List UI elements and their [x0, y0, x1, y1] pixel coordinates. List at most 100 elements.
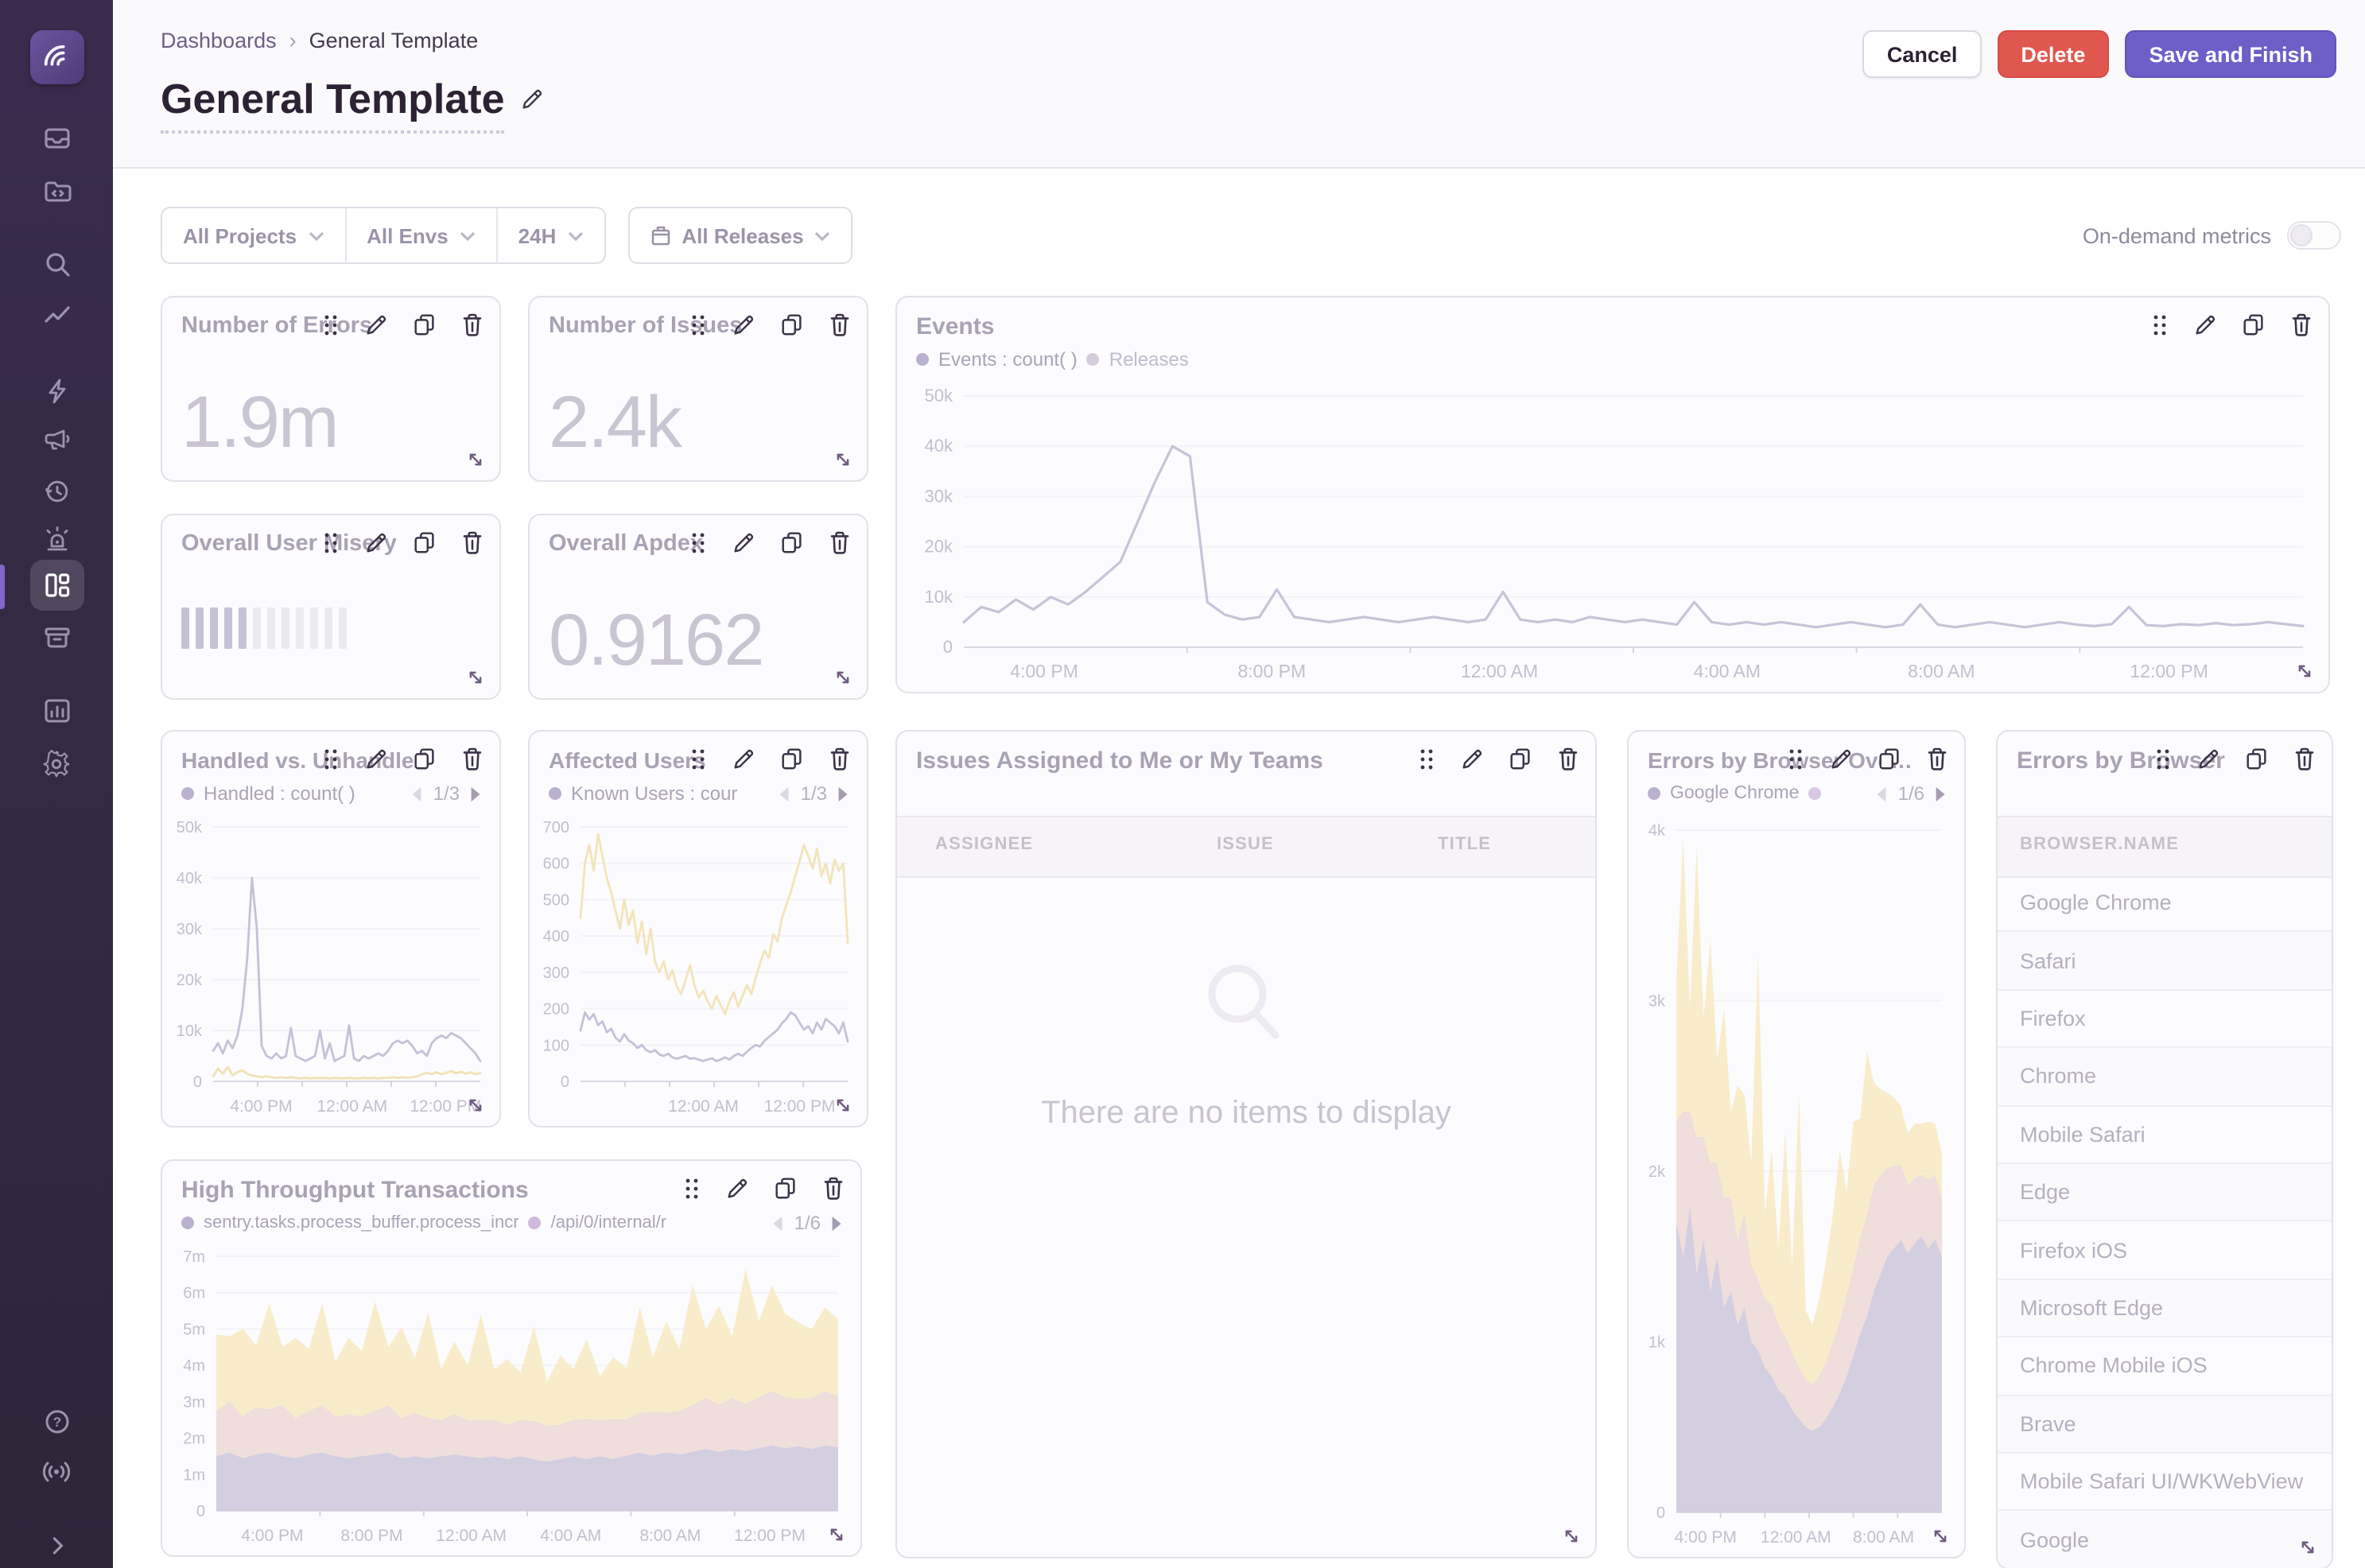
sidebar-item-projects[interactable]: [29, 165, 83, 216]
drag-handle-icon[interactable]: [682, 1176, 701, 1200]
delete-widget-icon[interactable]: [1926, 746, 1948, 771]
drag-handle-icon[interactable]: [2153, 747, 2173, 770]
delete-widget-icon[interactable]: [461, 746, 483, 771]
duplicate-widget-icon[interactable]: [1877, 746, 1902, 771]
resize-handle[interactable]: [1560, 1525, 1582, 1547]
widget-errors-by-browser-over-time[interactable]: Errors by Browser Ove… Google Chrome1/6 …: [1627, 730, 1966, 1558]
widget-overall-user-misery[interactable]: Overall User Misery: [161, 514, 501, 700]
widget-handled-vs-unhandled[interactable]: Handled vs. Unhandled Handled : count( )…: [161, 730, 501, 1127]
whats-new-broadcast-icon[interactable]: [29, 1446, 83, 1496]
edit-widget-icon[interactable]: [364, 530, 388, 554]
widget-number-of-issues[interactable]: Number of Issues 2.4k: [528, 296, 868, 482]
widget-overall-apdex[interactable]: Overall Apdex 0.9162: [528, 514, 868, 700]
duplicate-widget-icon[interactable]: [779, 530, 805, 555]
projects-filter-dropdown[interactable]: All Projects: [162, 208, 344, 262]
sentry-logo-icon[interactable]: [29, 30, 83, 84]
delete-widget-icon[interactable]: [829, 746, 851, 771]
resize-handle[interactable]: [832, 666, 854, 689]
duplicate-widget-icon[interactable]: [2241, 312, 2266, 337]
resize-handle[interactable]: [464, 448, 487, 471]
delete-widget-icon[interactable]: [2293, 746, 2316, 771]
drag-handle-icon[interactable]: [1417, 747, 1436, 770]
save-and-finish-button[interactable]: Save and Finish: [2125, 30, 2336, 78]
sidebar-item-feedback[interactable]: [29, 413, 83, 464]
duplicate-widget-icon[interactable]: [412, 530, 437, 555]
sidebar-collapse-icon[interactable]: [29, 1520, 83, 1568]
legend-label[interactable]: sentry.tasks.process_buffer.process_incr: [204, 1213, 519, 1232]
duplicate-widget-icon[interactable]: [412, 746, 437, 771]
resize-handle[interactable]: [464, 666, 487, 689]
breadcrumb-dashboards-link[interactable]: Dashboards: [161, 29, 277, 52]
date-range-filter-dropdown[interactable]: 24H: [498, 208, 604, 262]
widget-events[interactable]: Events Events : count( )Releases 010k20k…: [895, 296, 2330, 693]
resize-handle[interactable]: [2297, 1536, 2319, 1558]
widget-affected-users[interactable]: Affected Users Known Users : cour1/3 010…: [528, 730, 868, 1127]
resize-handle[interactable]: [2293, 660, 2316, 682]
legend-label[interactable]: Events : count( ): [938, 348, 1078, 371]
edit-widget-icon[interactable]: [2196, 747, 2220, 770]
on-demand-metrics-toggle[interactable]: [2287, 221, 2341, 250]
duplicate-widget-icon[interactable]: [412, 312, 437, 337]
sidebar-item-alerts[interactable]: [29, 514, 83, 565]
duplicate-widget-icon[interactable]: [2244, 746, 2270, 771]
sidebar-item-stats[interactable]: [29, 685, 83, 736]
drag-handle-icon[interactable]: [689, 530, 708, 554]
delete-button[interactable]: Delete: [1997, 30, 2109, 78]
drag-handle-icon[interactable]: [321, 312, 340, 336]
edit-widget-icon[interactable]: [364, 312, 388, 336]
sidebar-item-performance[interactable]: [29, 291, 83, 342]
edit-widget-icon[interactable]: [1829, 747, 1853, 770]
resize-handle[interactable]: [832, 448, 854, 471]
delete-widget-icon[interactable]: [461, 530, 483, 555]
drag-handle-icon[interactable]: [689, 312, 708, 336]
widget-number-of-errors[interactable]: Number of Errors 1.9m: [161, 296, 501, 482]
delete-widget-icon[interactable]: [822, 1175, 845, 1201]
widget-errors-by-browser-table[interactable]: Errors by Browser BROWSER.NAME Google Ch…: [1996, 730, 2333, 1568]
drag-handle-icon[interactable]: [2150, 312, 2169, 336]
sidebar-item-dashboards[interactable]: [29, 560, 83, 611]
delete-widget-icon[interactable]: [461, 312, 483, 337]
widget-high-throughput-transactions[interactable]: High Throughput Transactions sentry.task…: [161, 1159, 862, 1557]
widget-issues-assigned[interactable]: Issues Assigned to Me or My Teams ASSIGN…: [895, 730, 1597, 1558]
resize-handle[interactable]: [464, 1094, 487, 1116]
sidebar-item-settings[interactable]: [29, 738, 83, 789]
legend-label[interactable]: Google Chrome: [1670, 784, 1799, 803]
drag-handle-icon[interactable]: [1786, 747, 1805, 770]
sidebar-item-releases[interactable]: [29, 612, 83, 663]
delete-widget-icon[interactable]: [1557, 746, 1579, 771]
duplicate-widget-icon[interactable]: [1508, 746, 1533, 771]
edit-title-pencil-icon[interactable]: [521, 87, 545, 119]
delete-widget-icon[interactable]: [829, 530, 851, 555]
edit-widget-icon[interactable]: [732, 312, 755, 336]
page-title[interactable]: General Template: [161, 75, 505, 134]
duplicate-widget-icon[interactable]: [779, 312, 805, 337]
environments-filter-dropdown[interactable]: All Envs: [346, 208, 496, 262]
resize-handle[interactable]: [832, 1094, 854, 1116]
duplicate-widget-icon[interactable]: [779, 746, 805, 771]
delete-widget-icon[interactable]: [829, 312, 851, 337]
edit-widget-icon[interactable]: [364, 747, 388, 770]
legend-label[interactable]: Releases: [1109, 348, 1189, 371]
drag-handle-icon[interactable]: [321, 530, 340, 554]
drag-handle-icon[interactable]: [321, 747, 340, 770]
releases-filter-dropdown[interactable]: All Releases: [627, 207, 852, 264]
duplicate-widget-icon[interactable]: [773, 1175, 798, 1201]
drag-handle-icon[interactable]: [689, 747, 708, 770]
edit-widget-icon[interactable]: [732, 747, 755, 770]
legend-label[interactable]: Known Users : cour: [571, 782, 737, 805]
sidebar-item-quick-start[interactable]: [29, 366, 83, 417]
sidebar-item-issues[interactable]: [29, 113, 83, 164]
resize-handle[interactable]: [825, 1523, 848, 1546]
edit-widget-icon[interactable]: [1460, 747, 1484, 770]
edit-widget-icon[interactable]: [732, 530, 755, 554]
cancel-button[interactable]: Cancel: [1863, 30, 1982, 78]
sidebar-item-discover[interactable]: [29, 239, 83, 289]
sidebar-item-replays[interactable]: [29, 466, 83, 517]
edit-widget-icon[interactable]: [725, 1176, 749, 1200]
resize-handle[interactable]: [1929, 1525, 1951, 1547]
delete-widget-icon[interactable]: [2290, 312, 2313, 337]
legend-label[interactable]: Handled : count( ): [204, 782, 355, 805]
help-icon[interactable]: ?: [29, 1396, 83, 1447]
edit-widget-icon[interactable]: [2193, 312, 2217, 336]
legend-label[interactable]: /api/0/internal/r: [551, 1213, 667, 1232]
